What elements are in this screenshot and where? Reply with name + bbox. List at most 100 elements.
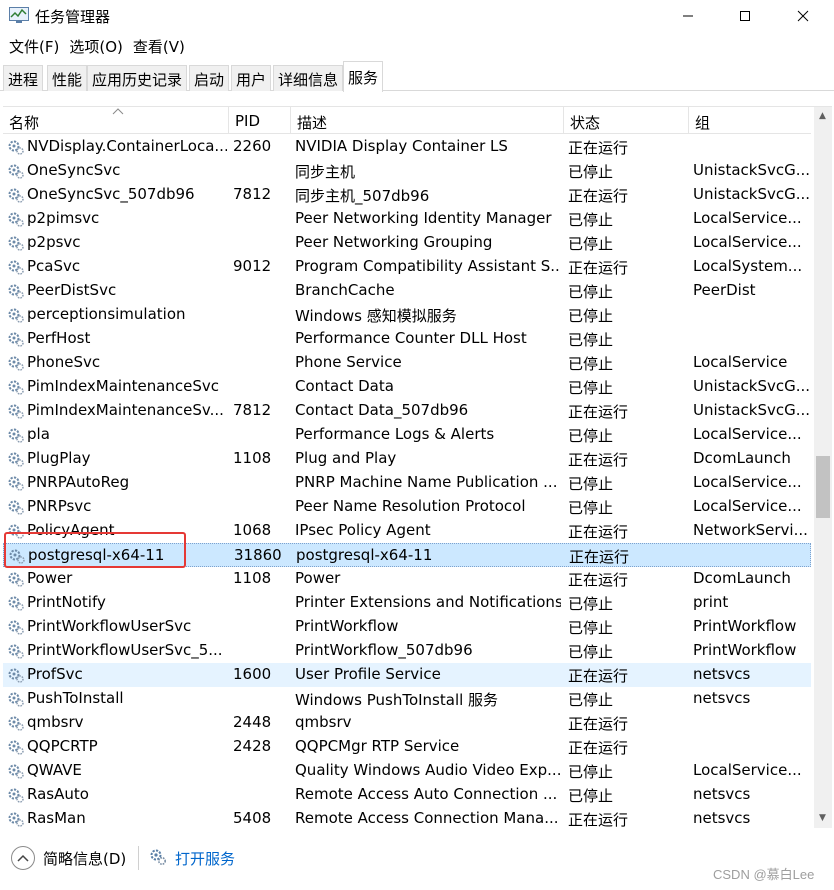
menu-options[interactable]: 选项(O) — [64, 34, 128, 58]
maximize-icon — [740, 11, 750, 21]
service-pid: 2260 — [233, 137, 272, 155]
task-manager-icon — [9, 7, 29, 23]
service-name: PolicyAgent — [27, 521, 115, 539]
service-description: Performance Counter DLL Host — [295, 329, 527, 347]
service-status: 已停止 — [568, 355, 614, 373]
fewer-details-link[interactable]: 简略信息(D) — [43, 848, 126, 869]
scroll-down-icon[interactable]: ▼ — [819, 813, 826, 823]
service-pid — [233, 495, 287, 519]
table-row[interactable]: PimIndexMaintenanceSv... 7812 Contact Data… — [3, 399, 811, 423]
table-row[interactable]: RasAuto Remote Access Auto Connection ...… — [3, 783, 811, 807]
table-row[interactable]: perceptionsimulation Windows 感知模拟服务 已停止 — [3, 303, 811, 327]
service-gear-icon — [8, 452, 24, 467]
service-name: Power — [27, 569, 73, 587]
table-row[interactable]: OneSyncSvc 同步主机 已停止 UnistackSvcG... — [3, 159, 811, 183]
table-row[interactable]: PrintWorkflowUserSvc PrintWorkflow 已停止 Prin… — [3, 615, 811, 639]
service-status: 已停止 — [568, 787, 614, 805]
table-row[interactable]: QQPCRTP 2428 QQPCMgr RTP Service 正在运行 — [3, 735, 811, 759]
minimize-button[interactable] — [659, 0, 717, 32]
service-gear-icon — [8, 164, 24, 179]
vertical-scrollbar[interactable]: ▲ ▼ — [814, 107, 832, 828]
table-row[interactable]: PushToInstall Windows PushToInstall 服务 已停止… — [3, 687, 811, 711]
table-row[interactable]: PeerDistSvc BranchCache 已停止 PeerDist — [3, 279, 811, 303]
column-header-name[interactable]: 名称 — [3, 107, 229, 134]
menu-view[interactable]: 查看(V) — [128, 34, 190, 58]
table-row[interactable]: OneSyncSvc_507db96 7812 同步主机_507db96 正在运行 Un… — [3, 183, 811, 207]
footer-divider — [138, 846, 139, 870]
menu-file[interactable]: 文件(F) — [4, 34, 64, 58]
column-header-status[interactable]: 状态 — [564, 107, 689, 134]
window-title: 任务管理器 — [35, 8, 111, 26]
scrollbar-thumb[interactable] — [816, 456, 830, 518]
table-row[interactable]: PhoneSvc Phone Service 已停止 LocalService — [3, 351, 811, 375]
table-row[interactable]: ProfSvc 1600 User Profile Service 正在运行 netsv… — [3, 663, 811, 687]
table-row[interactable]: PNRPsvc Peer Name Resolution Protocol 已停止 L… — [3, 495, 811, 519]
scroll-up-icon[interactable]: ▲ — [819, 111, 826, 121]
service-pid — [233, 207, 287, 231]
table-row[interactable]: PlugPlay 1108 Plug and Play 正在运行 DcomLaunch — [3, 447, 811, 471]
service-description: PNRP Machine Name Publication ... — [295, 473, 558, 491]
table-row[interactable]: PolicyAgent 1068 IPsec Policy Agent 正在运行 Net… — [3, 519, 811, 543]
column-header-pid[interactable]: PID — [229, 107, 291, 134]
service-gear-icon — [8, 188, 24, 203]
service-group: netsvcs — [693, 665, 751, 683]
service-group: LocalService... — [693, 209, 802, 227]
tab-startup[interactable]: 启动 — [189, 65, 230, 91]
column-header-description[interactable]: 描述 — [291, 107, 564, 134]
table-row[interactable]: RasMan 5408 Remote Access Connection Mana.… — [3, 807, 811, 828]
table-row[interactable]: qmbsrv 2448 qmbsrv 正在运行 — [3, 711, 811, 735]
table-row[interactable]: PrintWorkflowUserSvc_5... PrintWorkflow_5… — [3, 639, 811, 663]
column-header-group[interactable]: 组 — [689, 107, 811, 134]
table-row[interactable]: PrintNotify Printer Extensions and Notifi… — [3, 591, 811, 615]
service-name: PrintWorkflowUserSvc — [27, 617, 192, 635]
table-row[interactable]: postgresql-x64-11 31860 postgresql-x64-11 正… — [3, 543, 811, 567]
close-button[interactable] — [774, 0, 832, 32]
table-row[interactable]: p2pimsvc Peer Networking Identity Manager… — [3, 207, 811, 231]
service-gear-icon — [8, 260, 24, 275]
service-name: p2psvc — [27, 233, 81, 251]
service-name: ProfSvc — [27, 665, 83, 683]
service-pid — [233, 231, 287, 255]
service-group: LocalService... — [693, 473, 802, 491]
service-name: QWAVE — [27, 761, 82, 779]
tab-app-history[interactable]: 应用历史记录 — [87, 65, 188, 91]
open-services-link[interactable]: 打开服务 — [175, 848, 235, 869]
service-group: LocalService — [693, 353, 788, 371]
table-row[interactable]: PcaSvc 9012 Program Compatibility Assistan… — [3, 255, 811, 279]
table-row[interactable]: Power 1108 Power 正在运行 DcomLaunch — [3, 567, 811, 591]
service-status: 已停止 — [568, 379, 614, 397]
tab-services[interactable]: 服务 — [343, 61, 384, 92]
service-pid — [233, 591, 287, 615]
service-status: 正在运行 — [568, 667, 629, 685]
service-description: Windows 感知模拟服务 — [295, 307, 457, 325]
table-row[interactable]: PerfHost Performance Counter DLL Host 已停止 — [3, 327, 811, 351]
service-gear-icon — [8, 404, 24, 419]
service-gear-icon — [8, 812, 24, 827]
table-row[interactable]: PNRPAutoReg PNRP Machine Name Publication… — [3, 471, 811, 495]
service-description: Contact Data_507db96 — [295, 401, 469, 419]
tab-details[interactable]: 详细信息 — [273, 65, 344, 91]
service-gear-icon — [8, 284, 24, 299]
tab-processes[interactable]: 进程 — [3, 65, 44, 91]
service-pid — [233, 279, 287, 303]
table-row[interactable]: p2psvc Peer Networking Grouping 已停止 LocalSe… — [3, 231, 811, 255]
service-description: BranchCache — [295, 281, 395, 299]
tab-performance[interactable]: 性能 — [47, 65, 88, 91]
service-group — [693, 303, 809, 327]
table-row[interactable]: QWAVE Quality Windows Audio Video Exp... 已… — [3, 759, 811, 783]
service-description: Performance Logs & Alerts — [295, 425, 495, 443]
table-row[interactable]: PimIndexMaintenanceSvc Contact Data 已停止 Uni… — [3, 375, 811, 399]
table-row[interactable]: NVDisplay.ContainerLoca... 2260 NVIDIA Dis… — [3, 135, 811, 159]
menu-bar: 文件(F) 选项(O) 查看(V) — [0, 34, 834, 58]
service-gear-icon — [8, 332, 24, 347]
maximize-button[interactable] — [716, 0, 774, 32]
service-status: 已停止 — [568, 235, 614, 253]
service-group: LocalSystem... — [693, 257, 803, 275]
service-name: PNRPsvc — [27, 497, 92, 515]
service-group: netsvcs — [693, 785, 751, 803]
service-status: 已停止 — [568, 619, 614, 637]
chevron-up-icon — [17, 854, 29, 862]
table-row[interactable]: pla Performance Logs & Alerts 已停止 LocalServ… — [3, 423, 811, 447]
fewer-details-button[interactable] — [11, 846, 35, 870]
tab-users[interactable]: 用户 — [231, 65, 272, 91]
